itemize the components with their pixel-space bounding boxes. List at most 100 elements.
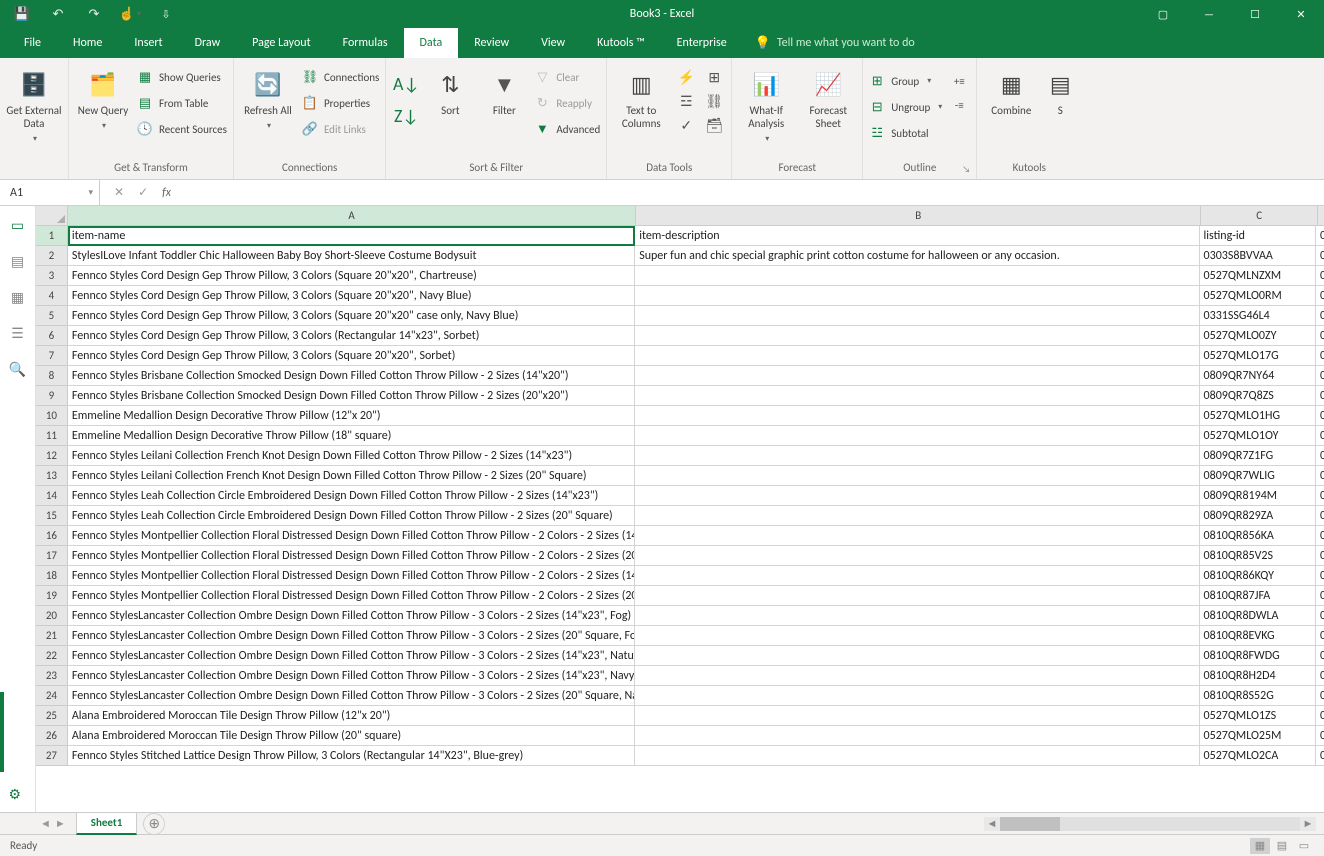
cell[interactable]: 0 (1316, 246, 1324, 266)
row-header[interactable]: 23 (36, 666, 68, 686)
row-header[interactable]: 10 (36, 406, 68, 426)
cell[interactable]: Fennco Styles Leah Collection Circle Emb… (68, 506, 635, 526)
row-header[interactable]: 18 (36, 566, 68, 586)
tab-insert[interactable]: Insert (118, 28, 178, 58)
cell[interactable]: 0 (1316, 686, 1324, 706)
row-header[interactable]: 12 (36, 446, 68, 466)
row-header[interactable]: 15 (36, 506, 68, 526)
new-query-button[interactable]: 🗂️ New Query▾ (75, 62, 131, 131)
nav-column-icon[interactable]: ☰ (9, 324, 27, 342)
cell[interactable]: Fennco StylesLancaster Collection Ombre … (68, 606, 635, 626)
row-header[interactable]: 1 (36, 226, 68, 246)
select-all-button[interactable] (36, 206, 68, 225)
row-header[interactable]: 19 (36, 586, 68, 606)
cell[interactable] (635, 486, 1199, 506)
new-sheet-button[interactable]: ⊕ (143, 813, 165, 835)
from-table-button[interactable]: ▤From Table (137, 92, 227, 114)
cell[interactable]: 0 (1316, 446, 1324, 466)
cell[interactable] (635, 606, 1199, 626)
cancel-formula-icon[interactable]: ✕ (114, 185, 124, 200)
cell[interactable]: Fennco Styles Cord Design Gep Throw Pill… (68, 266, 635, 286)
cell[interactable]: Fennco Styles Montpellier Collection Flo… (68, 586, 635, 606)
cell[interactable]: 0527QMLO1OY (1200, 426, 1316, 446)
relationships-icon[interactable]: ⛓ (703, 90, 725, 112)
tab-draw[interactable]: Draw (179, 28, 237, 58)
scroll-left-icon[interactable]: ◄ (984, 817, 1000, 831)
get-external-data-button[interactable]: 🗄️ Get External Data▾ (6, 62, 62, 144)
cell[interactable]: 0 (1316, 306, 1324, 326)
cell[interactable]: 0 (1316, 226, 1324, 246)
enter-formula-icon[interactable]: ✓ (138, 185, 148, 200)
undo-icon[interactable]: ↶ (50, 6, 66, 22)
cell[interactable] (635, 746, 1199, 766)
horizontal-scrollbar[interactable]: ◄ ► (165, 817, 1324, 831)
group-button[interactable]: ⊞Group ▾ (869, 70, 942, 92)
cell[interactable] (635, 586, 1199, 606)
cell[interactable]: Fennco StylesLancaster Collection Ombre … (68, 646, 635, 666)
cell[interactable]: 0527QMLO1HG (1200, 406, 1316, 426)
cell[interactable]: 0809QR7Q8ZS (1200, 386, 1316, 406)
row-header[interactable]: 21 (36, 626, 68, 646)
cell[interactable] (635, 326, 1199, 346)
cell[interactable] (635, 526, 1199, 546)
cell[interactable]: 0809QR7Z1FG (1200, 446, 1316, 466)
sort-desc-icon[interactable]: Z↓ (392, 102, 420, 130)
sheet-tab-active[interactable]: Sheet1 (76, 813, 138, 835)
forecast-sheet-button[interactable]: 📈 Forecast Sheet (800, 62, 856, 130)
cell[interactable]: 0810QR8EVKG (1200, 626, 1316, 646)
cell[interactable]: 0810QR87JFA (1200, 586, 1316, 606)
tab-review[interactable]: Review (458, 28, 525, 58)
tab-formulas[interactable]: Formulas (327, 28, 404, 58)
cell[interactable]: 0303S8BVVAA (1200, 246, 1316, 266)
close-icon[interactable]: ✕ (1278, 0, 1324, 28)
row-header[interactable]: 27 (36, 746, 68, 766)
column-header-D[interactable] (1318, 206, 1324, 225)
tab-data[interactable]: Data (404, 28, 459, 58)
touch-mode-icon[interactable]: ☝▾ (122, 6, 138, 22)
cell[interactable]: 0809QR7WLIG (1200, 466, 1316, 486)
cell[interactable] (635, 506, 1199, 526)
sheet-nav-next-icon[interactable]: ► (55, 817, 66, 830)
cell[interactable]: 0 (1316, 546, 1324, 566)
consolidate-icon[interactable]: ⊞ (703, 66, 725, 88)
cell[interactable]: 0810QR856KA (1200, 526, 1316, 546)
row-header[interactable]: 26 (36, 726, 68, 746)
minimize-icon[interactable]: — (1186, 0, 1232, 28)
data-model-icon[interactable]: 🗃 (703, 114, 725, 136)
advanced-button[interactable]: ▼Advanced (534, 118, 600, 140)
cell[interactable]: Fennco StylesLancaster Collection Ombre … (68, 686, 635, 706)
nav-autotext-icon[interactable]: ▤ (9, 252, 27, 270)
cell[interactable]: 0810QR8S52G (1200, 686, 1316, 706)
sheet-nav-prev-icon[interactable]: ◄ (40, 817, 51, 830)
text-to-columns-button[interactable]: ▥ Text to Columns (613, 62, 669, 130)
formula-input[interactable] (185, 180, 1324, 205)
row-header[interactable]: 7 (36, 346, 68, 366)
cell[interactable]: 0527QMLO0RM (1200, 286, 1316, 306)
cell[interactable]: 0810QR8DWLA (1200, 606, 1316, 626)
cell[interactable] (635, 286, 1199, 306)
cell[interactable]: 0809QR7NY64 (1200, 366, 1316, 386)
cell[interactable] (635, 666, 1199, 686)
what-if-button[interactable]: 📊 What-If Analysis▾ (738, 62, 794, 144)
filter-button[interactable]: ▼ Filter (480, 62, 528, 117)
tab-page-layout[interactable]: Page Layout (236, 28, 326, 58)
fx-icon[interactable]: fx (162, 186, 171, 200)
name-box[interactable]: A1▾ (4, 180, 100, 205)
connections-button[interactable]: ⛓Connections (302, 66, 379, 88)
cell[interactable]: item-name (68, 226, 635, 246)
cell[interactable]: Fennco Styles Leilani Collection French … (68, 446, 635, 466)
cell[interactable]: 0 (1316, 386, 1324, 406)
cell[interactable] (635, 566, 1199, 586)
row-header[interactable]: 24 (36, 686, 68, 706)
cell[interactable]: Super fun and chic special graphic print… (635, 246, 1199, 266)
row-header[interactable]: 9 (36, 386, 68, 406)
cell[interactable]: 0810QR8FWDG (1200, 646, 1316, 666)
scroll-thumb[interactable] (1000, 817, 1060, 831)
cell[interactable]: Fennco Styles Leah Collection Circle Emb… (68, 486, 635, 506)
super-button[interactable]: ▤ S (1045, 62, 1075, 117)
cell[interactable]: Fennco StylesLancaster Collection Ombre … (68, 666, 635, 686)
tab-kutools-[interactable]: Kutools ™ (581, 28, 661, 58)
cell[interactable]: 0 (1316, 366, 1324, 386)
show-queries-button[interactable]: ▦Show Queries (137, 66, 227, 88)
column-header-A[interactable]: A (68, 206, 636, 225)
